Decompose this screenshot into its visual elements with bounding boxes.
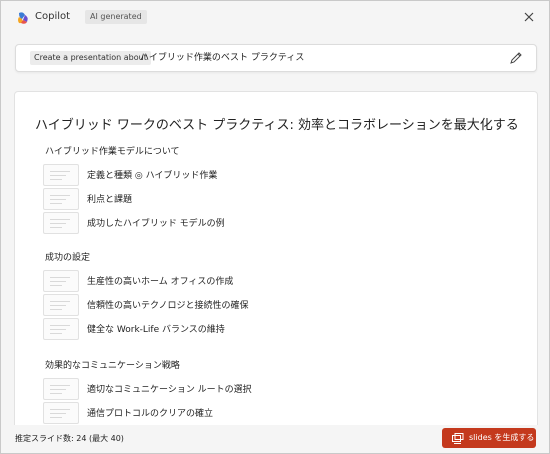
slide-thumbnail-icon bbox=[43, 318, 79, 340]
slide-thumbnail-icon bbox=[43, 270, 79, 292]
outline-title: ハイブリッド ワークのベスト プラクティス: 効率とコラボレーションを最大化する bbox=[35, 118, 519, 133]
slide-item[interactable]: 信頼性の高いテクノロジと接続性の確保 bbox=[43, 294, 283, 316]
app-name: Copilot bbox=[35, 11, 71, 22]
slide-thumbnail-icon bbox=[43, 188, 79, 210]
slide-title: 通信プロトコルのクリアの確立 bbox=[87, 409, 214, 419]
slide-item[interactable]: 成功したハイブリッド モデルの例 bbox=[43, 212, 283, 234]
slide-item[interactable]: 定義と種類 ◎ ハイブリッド作業 bbox=[43, 164, 283, 186]
slide-title: 適切なコミュニケーション ルートの選択 bbox=[87, 385, 252, 395]
slide-item[interactable]: 健全な Work-Life バランスの維持 bbox=[43, 318, 283, 340]
slide-item[interactable]: 利点と課題 bbox=[43, 188, 283, 210]
slide-thumbnail-icon bbox=[43, 378, 79, 400]
slides-icon bbox=[452, 433, 464, 444]
slide-item[interactable]: 生産性の高いホーム オフィスの作成 bbox=[43, 270, 283, 292]
slide-count-estimate: 推定スライド数: 24 (最大 40) bbox=[15, 434, 124, 443]
slide-item[interactable]: 通信プロトコルのクリアの確立 bbox=[43, 402, 283, 424]
slide-title: 成功したハイブリッド モデルの例 bbox=[87, 219, 225, 229]
slide-thumbnail-icon bbox=[43, 294, 79, 316]
slide-thumbnail-icon bbox=[43, 164, 79, 186]
section-heading: 成功の設定 bbox=[45, 253, 91, 263]
prompt-chip: Create a presentation about bbox=[30, 51, 151, 65]
slide-title: 定義と種類 ◎ ハイブリッド作業 bbox=[87, 171, 218, 181]
slide-title: 信頼性の高いテクノロジと接続性の確保 bbox=[87, 301, 249, 311]
slide-thumbnail-icon bbox=[43, 212, 79, 234]
outline-panel: ハイブリッド ワークのベスト プラクティス: 効率とコラボレーションを最大化する… bbox=[14, 91, 538, 433]
section-heading: ハイブリッド作業モデルについて bbox=[45, 147, 180, 157]
title-bar: Copilot AI generated bbox=[1, 1, 549, 35]
slide-thumbnail-icon bbox=[43, 402, 79, 424]
copilot-logo-icon bbox=[18, 12, 28, 24]
prompt-bar: Create a presentation about ハイブリッド作業のベスト… bbox=[15, 44, 537, 72]
copilot-dialog: Copilot AI generated Create a presentati… bbox=[0, 0, 550, 454]
slide-title: 健全な Work-Life バランスの維持 bbox=[87, 325, 225, 335]
slide-item[interactable]: 適切なコミュニケーション ルートの選択 bbox=[43, 378, 283, 400]
ai-generated-badge: AI generated bbox=[85, 10, 147, 24]
edit-pencil-icon[interactable] bbox=[508, 50, 524, 66]
prompt-text: ハイブリッド作業のベスト プラクティス bbox=[140, 53, 305, 63]
generate-button-label: slides を生成する bbox=[469, 433, 535, 442]
generate-slides-button[interactable]: slides を生成する bbox=[442, 428, 536, 448]
section-heading: 効果的なコミュニケーション戦略 bbox=[45, 361, 180, 371]
slide-title: 利点と課題 bbox=[87, 195, 133, 205]
slide-title: 生産性の高いホーム オフィスの作成 bbox=[87, 277, 234, 287]
footer-bar: 推定スライド数: 24 (最大 40) slides を生成する bbox=[1, 425, 549, 453]
close-icon[interactable] bbox=[521, 9, 537, 25]
